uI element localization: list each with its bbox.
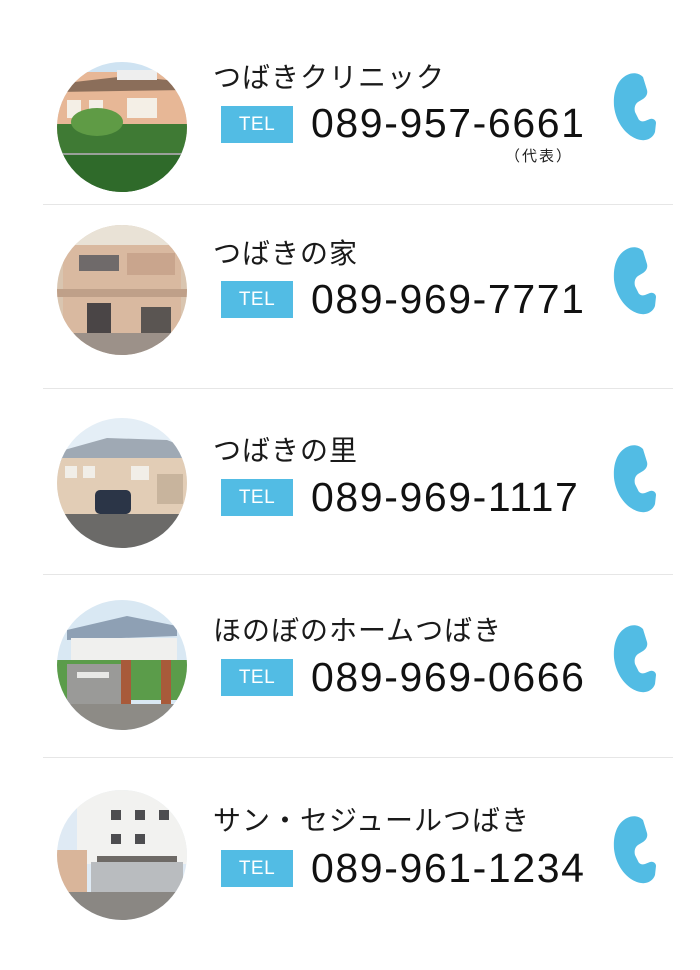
facility-name: サン・セジュールつばき [213, 804, 531, 837]
phone-note: （代表） [505, 147, 574, 165]
sejour-building-photo [57, 790, 187, 920]
tel-label-badge: TEL [221, 479, 293, 516]
row-divider [43, 757, 673, 758]
call-button[interactable] [606, 444, 656, 514]
phone-number[interactable]: 089-969-0666 [311, 654, 586, 701]
row-divider [43, 204, 673, 205]
phone-number[interactable]: 089-961-1234 [311, 845, 586, 892]
row-divider [43, 388, 673, 389]
call-button[interactable] [606, 246, 656, 316]
phone-number[interactable]: 089-957-6661 [311, 100, 586, 147]
tel-label-badge: TEL [221, 106, 293, 143]
facility-name: ほのぼのホームつばき [213, 614, 503, 647]
tel-label-badge: TEL [221, 281, 293, 318]
facility-name: つばきクリニック [213, 61, 446, 94]
tel-label-badge: TEL [221, 659, 293, 696]
clinic-building-photo [57, 62, 187, 192]
row-divider [43, 574, 673, 575]
home-building-photo [57, 600, 187, 730]
phone-handset-icon [613, 247, 656, 315]
village-building-photo [57, 418, 187, 548]
phone-handset-icon [613, 73, 656, 141]
phone-handset-icon [613, 625, 656, 693]
call-button[interactable] [606, 624, 656, 694]
house-building-photo [57, 225, 187, 355]
call-button[interactable] [606, 815, 656, 885]
phone-number[interactable]: 089-969-7771 [311, 276, 586, 323]
tel-label-badge: TEL [221, 850, 293, 887]
facility-name: つばきの里 [213, 434, 359, 467]
call-button[interactable] [606, 72, 656, 142]
phone-handset-icon [613, 816, 656, 884]
facility-name: つばきの家 [213, 237, 359, 270]
phone-number[interactable]: 089-969-1117 [311, 474, 579, 521]
phone-handset-icon [613, 445, 656, 513]
